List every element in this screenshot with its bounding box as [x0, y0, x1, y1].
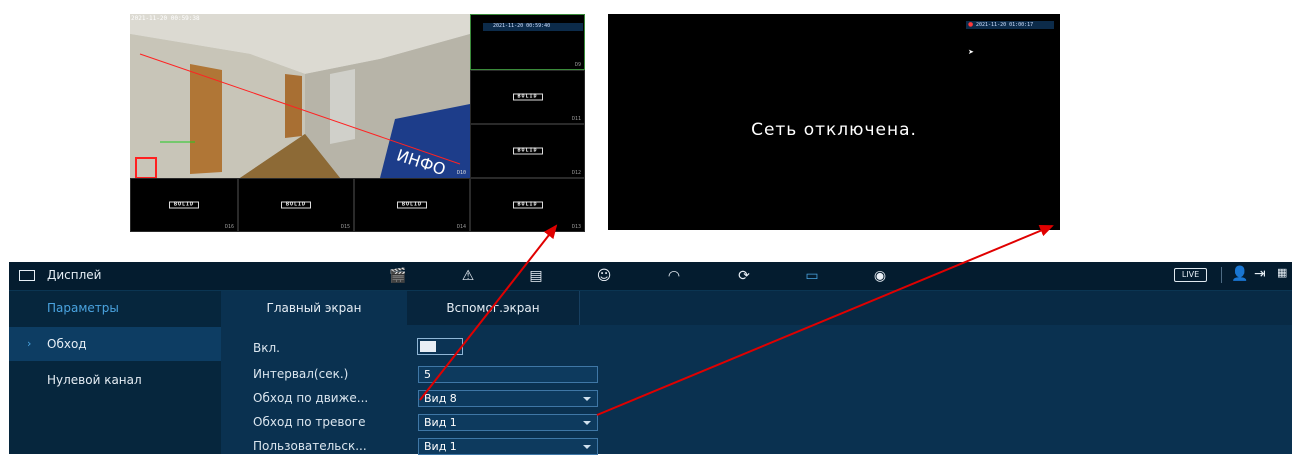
network-icon[interactable]: ⟳ — [735, 267, 753, 285]
tab-aux-screen[interactable]: Вспомог.экран — [407, 291, 580, 325]
record-icon: ● — [968, 21, 974, 28]
main-camera-view: ИНФО 2021-11-20 00:59:38 D10 — [130, 14, 470, 178]
custom-tour-label: Пользовательск... — [253, 439, 367, 453]
enable-label: Вкл. — [253, 341, 280, 355]
channel-label: D16 — [224, 224, 234, 230]
alarm-tour-value: Вид 1 — [424, 416, 457, 429]
side-timestamp: 2021-11-20 00:59:40 — [493, 23, 551, 29]
ai-icon[interactable]: ☺ — [595, 267, 613, 285]
camera-cell: BOLID D11 — [470, 70, 585, 124]
camera-cell: BOLID D14 — [354, 178, 470, 232]
speed-icon[interactable]: ◠ — [665, 267, 683, 285]
alarm-tour-select[interactable]: Вид 1 — [418, 414, 598, 431]
camera-cell: BOLID D16 — [130, 178, 238, 232]
camera-cell: BOLID D13 — [470, 178, 585, 232]
sidebar-item-zero-channel[interactable]: Нулевой канал — [9, 363, 221, 397]
enable-toggle[interactable] — [417, 338, 463, 355]
main-channel-label: D10 — [456, 170, 466, 176]
network-off-screenshot: ● 2021-11-20 01:00:17 ➤ Сеть отключена. — [608, 14, 1060, 230]
audio-icon[interactable]: ◉ — [871, 267, 889, 285]
channel-label: D14 — [456, 224, 466, 230]
sidebar: Параметры › Обход Нулевой канал — [9, 291, 221, 454]
chevron-right-icon: › — [27, 337, 32, 350]
display-icon — [19, 270, 35, 281]
chevron-down-icon — [583, 445, 591, 449]
interval-label: Интервал(сек.) — [253, 367, 349, 381]
logout-icon[interactable]: ⇥ — [1254, 266, 1266, 282]
motion-tour-select[interactable]: Вид 8 — [418, 390, 598, 407]
alarm-tour-label: Обход по тревоге — [253, 415, 366, 429]
custom-tour-value: Вид 1 — [424, 440, 457, 453]
motion-tour-label: Обход по движе... — [253, 391, 369, 405]
qr-icon[interactable]: ▦ — [1277, 266, 1287, 279]
bolid-logo: BOLID — [512, 201, 543, 209]
channel-label: D12 — [571, 170, 581, 176]
channel-label: D13 — [571, 224, 581, 230]
camera-cell: BOLID D12 — [470, 124, 585, 178]
multiview-screenshot: ИНФО 2021-11-20 00:59:38 D10 2021-11-20 … — [130, 14, 585, 232]
main-timestamp: 2021-11-20 00:59:38 — [131, 15, 200, 22]
network-status-message: Сеть отключена. — [751, 120, 917, 140]
motion-tour-value: Вид 8 — [424, 392, 457, 405]
divider — [1221, 267, 1222, 283]
monitor-icon[interactable]: ▭ — [803, 267, 821, 285]
channel-label: D15 — [340, 224, 350, 230]
sidebar-item-label: Параметры — [47, 301, 119, 315]
sidebar-item-label: Нулевой канал — [47, 373, 142, 387]
sidebar-item-label: Обход — [47, 337, 87, 351]
sidebar-item-tour[interactable]: › Обход — [9, 327, 221, 361]
camera-cell: BOLID D15 — [238, 178, 354, 232]
channel-label: D11 — [571, 116, 581, 122]
user-icon[interactable]: 👤 — [1231, 266, 1248, 282]
content-panel: Главный экран Вспомог.экран — [221, 291, 1292, 454]
bolid-logo: BOLID — [512, 93, 543, 101]
storage-icon[interactable]: ▤ — [527, 267, 545, 285]
net-timestamp: 2021-11-20 01:00:17 — [976, 22, 1034, 28]
mouse-cursor-icon: ➤ — [968, 48, 974, 56]
camera-icon[interactable]: 🎬 — [389, 267, 407, 285]
display-settings-window: Дисплей 🎬 ⚠ ▤ ☺ ◠ ⟳ ▭ ◉ LIVE 👤 ⇥ ▦ Парам… — [9, 262, 1292, 455]
chevron-down-icon — [583, 397, 591, 401]
sidebar-item-parameters[interactable]: Параметры — [9, 291, 221, 325]
timestamp-box: 2021-11-20 00:59:40 — [483, 23, 583, 31]
bolid-logo: BOLID — [512, 147, 543, 155]
top-bar: Дисплей 🎬 ⚠ ▤ ☺ ◠ ⟳ ▭ ◉ LIVE 👤 ⇥ ▦ — [9, 262, 1292, 291]
interval-input[interactable]: 5 — [418, 366, 598, 383]
bolid-logo: BOLID — [281, 201, 311, 209]
tab-main-screen[interactable]: Главный экран — [221, 291, 407, 325]
alarm-icon[interactable]: ⚠ — [459, 267, 477, 285]
chevron-down-icon — [583, 421, 591, 425]
window-title: Дисплей — [47, 268, 102, 282]
camera-cell: 2021-11-20 00:59:40 D9 — [470, 14, 585, 70]
corridor-scene: ИНФО — [130, 14, 470, 178]
toggle-knob — [420, 341, 436, 352]
custom-tour-select[interactable]: Вид 1 — [418, 438, 598, 455]
bolid-logo: BOLID — [397, 201, 427, 209]
channel-label: D9 — [574, 62, 581, 68]
bolid-logo: BOLID — [169, 201, 199, 209]
live-button[interactable]: LIVE — [1174, 268, 1207, 282]
timestamp-box: ● 2021-11-20 01:00:17 — [966, 21, 1054, 29]
